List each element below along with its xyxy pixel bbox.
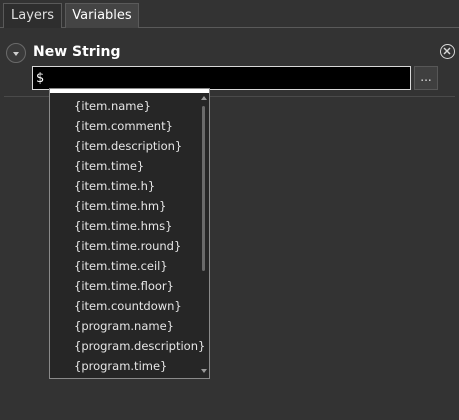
autocomplete-item[interactable]: {item.time.hms} (50, 216, 198, 236)
dropdown-scrollbar[interactable] (198, 93, 209, 378)
autocomplete-item[interactable]: {item.name} (50, 96, 198, 116)
close-circle-icon[interactable] (440, 44, 455, 59)
tab-layers[interactable]: Layers (3, 3, 62, 28)
arrow-up-icon[interactable] (201, 96, 207, 100)
scrollbar-thumb[interactable] (202, 106, 205, 271)
autocomplete-item[interactable]: {item.time.round} (50, 236, 198, 256)
autocomplete-item[interactable]: {item.time} (50, 156, 198, 176)
autocomplete-dropdown[interactable]: {item.name} {item.comment} {item.descrip… (49, 88, 210, 379)
autocomplete-item[interactable]: {item.time.hm} (50, 196, 198, 216)
autocomplete-item[interactable]: {program.description} (50, 336, 205, 356)
autocomplete-item[interactable]: {program.name} (50, 316, 198, 336)
string-value-input[interactable] (32, 66, 411, 90)
autocomplete-item[interactable]: {item.countdown} (50, 296, 198, 316)
autocomplete-item[interactable]: {item.time.h} (50, 176, 198, 196)
autocomplete-item[interactable]: {item.comment} (50, 116, 198, 136)
autocomplete-item[interactable]: {item.description} (50, 136, 198, 156)
autocomplete-list: {item.name} {item.comment} {item.descrip… (50, 96, 205, 376)
variable-name: New String (33, 44, 121, 60)
tab-bar: Layers Variables (0, 0, 459, 28)
tab-variables[interactable]: Variables (65, 3, 139, 28)
autocomplete-item[interactable]: {program.time} (50, 356, 198, 376)
arrow-down-icon[interactable] (201, 369, 207, 373)
browse-button[interactable]: ... (414, 66, 438, 90)
close-icon (443, 47, 451, 55)
autocomplete-item[interactable]: {item.time.floor} (50, 276, 198, 296)
chevron-down-icon[interactable] (6, 43, 26, 63)
autocomplete-item[interactable]: {item.time.ceil} (50, 256, 198, 276)
dropdown-top-edge (50, 89, 209, 93)
